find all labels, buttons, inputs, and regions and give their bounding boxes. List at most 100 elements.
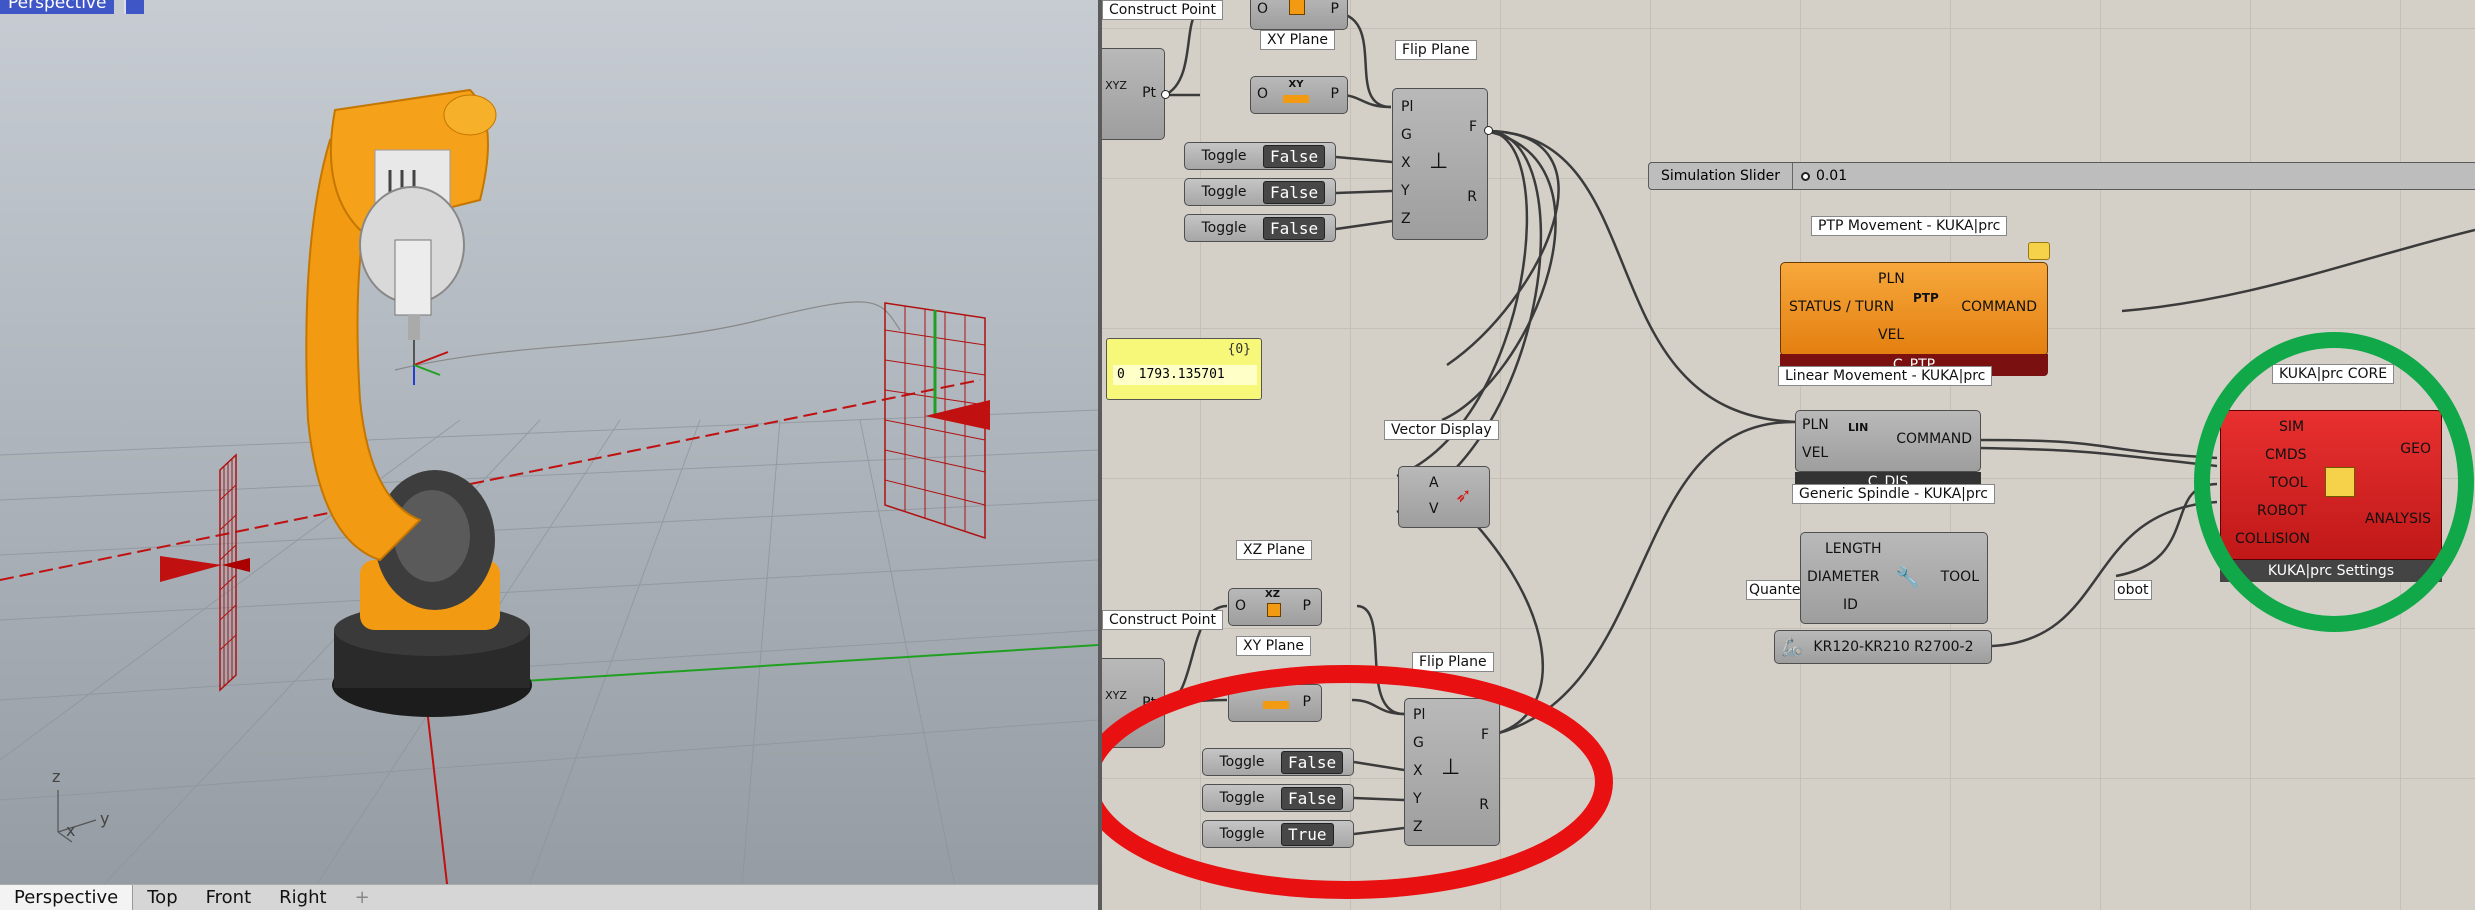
toggle-value[interactable]: False [1281,750,1344,774]
flip-input-y: Y [1413,791,1422,807]
spindle-input-id: ID [1843,597,1858,613]
toggle-value[interactable]: False [1263,216,1326,240]
value-panel[interactable]: {0} 0 1793.135701 [1106,338,1262,400]
flip-output-grip[interactable] [1484,126,1493,135]
slider-handle[interactable] [1800,171,1810,181]
ptp-icon: PTP [1913,291,1939,305]
toggle-y-bottom[interactable]: Toggle False [1202,784,1354,812]
xy-plane-label-top: XY Plane [1260,30,1335,50]
core-output-analysis: ANALYSIS [2364,511,2431,527]
xy-plane-origin-input: O [1257,86,1269,102]
xz-plane-icon-label: XZ [1265,589,1280,600]
viewport-title[interactable]: Perspective [0,0,115,14]
vector-display-icon: ➶ [1455,483,1472,507]
xz-plane-component-top[interactable]: O P [1250,0,1348,30]
quantity-label-partial: Quante [1746,580,1804,600]
tab-right[interactable]: Right [265,885,340,910]
flip-input-g: G [1413,735,1424,751]
toolpath-curve [394,301,901,371]
ptp-output-command: COMMAND [1961,299,2037,315]
tab-perspective[interactable]: Perspective [0,884,134,910]
lin-icon: LIN [1848,421,1869,434]
core-input-collision: COLLISION [2235,531,2311,547]
generic-spindle-component[interactable]: LENGTH DIAMETER ID 🔧 TOOL [1800,532,1988,624]
viewport-menu-arrow[interactable] [124,0,144,14]
flip-input-g: G [1401,127,1412,143]
flip-input-z: Z [1401,211,1411,227]
core-input-robot: ROBOT [2257,503,2307,519]
flip-output-r: R [1479,797,1489,813]
xz-plane-component-bottom[interactable]: O XZ P [1228,588,1322,626]
toggle-label: Toggle [1219,826,1265,842]
tab-top[interactable]: Top [133,885,191,910]
lin-input-vel: VEL [1802,445,1829,461]
xy-plane-label-bottom: XY Plane [1236,636,1311,656]
robot-component[interactable]: 🦾 KR120-KR210 R2700-2 [1774,630,1992,664]
vector-display-component[interactable]: A V ➶ [1398,466,1490,528]
xy-plane-component-bottom[interactable]: P [1228,684,1322,722]
flip-output-r: R [1467,189,1477,205]
xz-plane-output: P [1330,1,1339,17]
pt-output-grip[interactable] [1161,90,1170,99]
xz-plane-output: P [1302,598,1311,614]
flip-plane-component-top[interactable]: Pl G X Y Z F R ⊥ [1392,88,1488,240]
construct-point-icon: XYZ [1105,79,1127,92]
toggle-label: Toggle [1201,220,1247,236]
construct-point-icon: XYZ [1105,689,1127,702]
toggle-value[interactable]: True [1281,822,1334,846]
rhino-viewport[interactable]: z x y Perspective Perspective Top Front … [0,0,1098,910]
tab-front[interactable]: Front [192,885,266,910]
lin-output-command: COMMAND [1896,431,1972,447]
pt-output-label: Pt [1142,85,1156,101]
axis-label-z: z [52,767,60,786]
vector-display-label: Vector Display [1384,420,1499,440]
panel-value: 1793.135701 [1138,367,1225,382]
spindle-input-length: LENGTH [1825,541,1882,557]
toggle-value[interactable]: False [1263,144,1326,168]
flip-input-pl: Pl [1401,99,1414,115]
toggle-value[interactable]: False [1263,180,1326,204]
toggle-y-top[interactable]: Toggle False [1184,178,1336,206]
ptp-input-status-turn: STATUS / TURN [1789,299,1895,315]
xy-plane-output: P [1302,694,1311,710]
slider-label: Simulation Slider [1649,163,1793,189]
flip-plane-label-bottom: Flip Plane [1412,652,1494,672]
toggle-z-top[interactable]: Toggle False [1184,214,1336,242]
lin-input-pln: PLN [1802,417,1829,433]
toggle-z-bottom[interactable]: Toggle True [1202,820,1354,848]
ptp-movement-component[interactable]: PLN STATUS / TURN VEL PTP COMMAND [1780,262,2048,356]
vector-input-v: V [1429,501,1439,517]
grasshopper-canvas[interactable]: Construct Point XYZ Pt O P XY Plane O XY… [1102,0,2475,910]
pt-output-label: Pt [1142,695,1156,711]
flip-input-x: X [1401,155,1411,171]
ptp-label: PTP Movement - KUKA|prc [1811,216,2008,236]
spindle-output-tool: TOOL [1940,569,1979,585]
lin-label: Linear Movement - KUKA|prc [1778,366,1993,386]
lin-movement-component[interactable]: PLN VEL LIN COMMAND [1795,410,1981,472]
xy-plane-icon-shape [1283,95,1309,103]
toggle-value[interactable]: False [1281,786,1344,810]
toggle-x-top[interactable]: Toggle False [1184,142,1336,170]
core-input-sim: SIM [2279,419,2305,435]
add-tab-icon[interactable]: + [341,885,384,910]
toggle-x-bottom[interactable]: Toggle False [1202,748,1354,776]
panel-path: {0} [1227,342,1251,357]
simulation-slider[interactable]: Simulation Slider 0.01 [1648,162,2475,190]
ground-grid [0,409,1098,910]
kuka-core-component[interactable]: SIM CMDS TOOL ROBOT COLLISION GEO ANALYS… [2220,410,2442,560]
viewport-tabs: Perspective Top Front Right + [0,884,1098,910]
xz-plane-origin-input: O [1257,1,1269,17]
construct-point-component[interactable]: XYZ Pt [1102,48,1165,140]
flip-plane-icon: ⊥ [1429,149,1449,174]
flip-input-y: Y [1401,183,1410,199]
core-settings-bar[interactable]: KUKA|prc Settings [2220,560,2442,582]
toggle-label: Toggle [1219,754,1265,770]
robot-name: KR120-KR210 R2700-2 [1813,639,1974,655]
construct-point-component-bottom[interactable]: XYZ Pt [1102,658,1165,748]
flip-plane-component-bottom[interactable]: Pl G X Y Z F R ⊥ [1404,698,1500,846]
viewport-scene: z x y [0,88,1098,910]
axis-label-y: y [100,809,109,828]
xy-plane-component-top[interactable]: O XY P [1250,76,1348,114]
spindle-icon: 🔧 [1895,565,1920,589]
ptp-comment-icon[interactable] [2028,242,2050,260]
